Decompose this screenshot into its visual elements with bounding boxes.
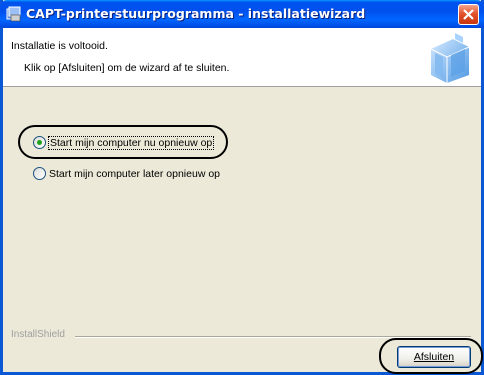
radio-restart-now-label: Start mijn computer nu opnieuw op [47,135,215,150]
close-button[interactable] [458,4,479,25]
radio-restart-now[interactable]: Start mijn computer nu opnieuw op [33,135,215,150]
cd-box-graphic [430,33,470,83]
title-bar[interactable]: CAPT-printerstuurprogramma - installatie… [0,0,484,28]
installer-window: CAPT-printerstuurprogramma - installatie… [0,0,484,375]
radio-restart-later-label: Start mijn computer later opnieuw op [49,167,220,180]
finish-button-label: Afsluiten [413,351,455,363]
header-subtitle: Klik op [Afsluiten] om de wizard af te s… [24,62,230,74]
header-title: Installatie is voltooid. [11,40,108,52]
window-title: CAPT-printerstuurprogramma - installatie… [26,6,366,21]
finish-button[interactable]: Afsluiten [397,346,471,368]
footer-divider [75,336,471,338]
installer-icon [6,6,21,22]
close-icon [463,9,474,20]
radio-button-unchecked[interactable] [33,167,46,180]
radio-button-checked[interactable] [33,136,46,149]
installshield-brand: InstallShield [11,329,65,340]
radio-restart-later[interactable]: Start mijn computer later opnieuw op [33,167,220,180]
wizard-header: Installatie is voltooid. Klik op [Afslui… [3,28,481,87]
